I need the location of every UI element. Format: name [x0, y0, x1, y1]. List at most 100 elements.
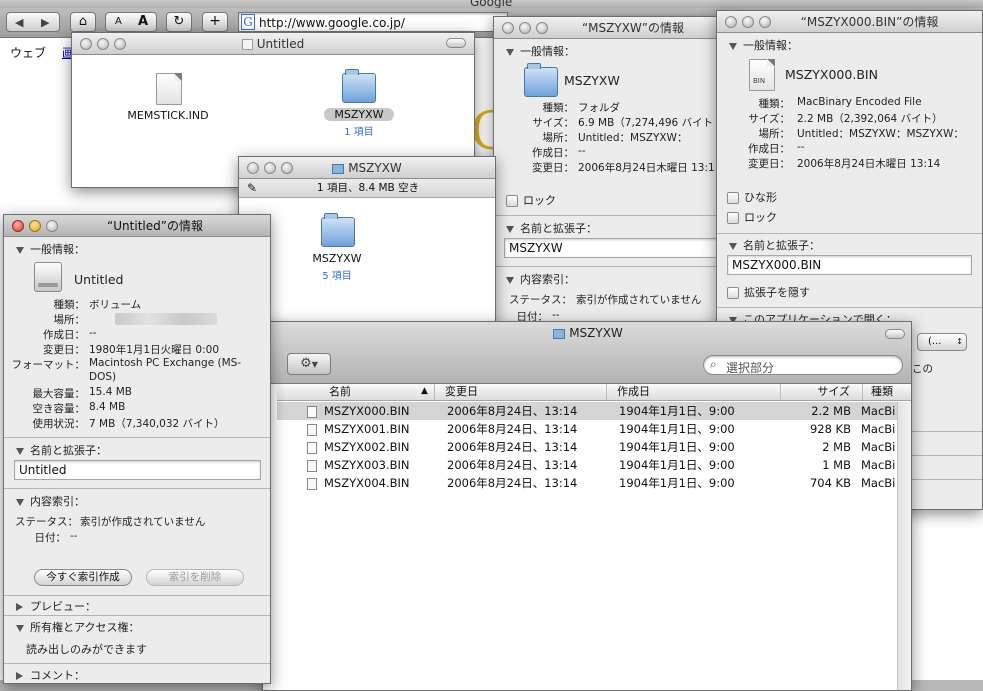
finder-mszyxw-titlebar[interactable]: MSZYXW	[239, 157, 495, 179]
created-value: --	[89, 327, 97, 339]
name-field[interactable]: MSZYXW	[504, 238, 730, 258]
home-button[interactable]: ⌂	[70, 12, 96, 32]
window-title: Untitled	[256, 37, 305, 51]
name-ext-section-toggle[interactable]: 名前と拡張子：	[506, 220, 597, 236]
disclosure-triangle-icon[interactable]	[729, 242, 737, 250]
available-value: 8.4 MB	[89, 401, 126, 413]
general-section-toggle[interactable]: 一般情報：	[729, 37, 798, 53]
disclosure-triangle-icon[interactable]	[16, 624, 24, 632]
general-section-label: 一般情報：	[520, 45, 575, 58]
column-name[interactable]: 名前	[277, 384, 435, 400]
column-size[interactable]: サイズ	[781, 384, 863, 400]
disclosure-triangle-icon[interactable]	[729, 42, 737, 50]
zoom-button[interactable]	[759, 16, 771, 28]
table-row[interactable]: MSZYX003.BIN 2006年8月24日、13:14 1904年1月1日、…	[277, 456, 897, 474]
toolbar-toggle-button[interactable]	[885, 329, 905, 339]
info-untitled-titlebar[interactable]: “Untitled”の情報	[4, 215, 270, 237]
close-button[interactable]	[12, 220, 24, 232]
column-modified[interactable]: 変更日	[435, 384, 607, 400]
text-bigger-icon[interactable]: A	[138, 14, 148, 29]
finder-untitled-titlebar[interactable]: Untitled	[72, 33, 474, 55]
name-field[interactable]: Untitled	[14, 460, 261, 480]
url-text[interactable]: http://www.google.co.jp/	[259, 16, 405, 30]
comments-section-label: コメント：	[30, 669, 85, 682]
disclosure-triangle-icon[interactable]	[506, 48, 514, 56]
stationery-checkbox[interactable]: ひな形	[727, 189, 777, 205]
reload-button[interactable]: ↻	[166, 12, 192, 32]
close-button[interactable]	[247, 162, 259, 174]
row-kind: MacBi	[861, 476, 896, 490]
name-ext-section-toggle[interactable]: 名前と拡張子：	[729, 237, 820, 253]
disclosure-triangle-icon[interactable]	[506, 276, 514, 284]
folder-icon[interactable]	[321, 213, 355, 247]
general-section-toggle[interactable]: 一般情報：	[16, 241, 85, 257]
folder-icon[interactable]	[342, 69, 376, 103]
lock-checkbox[interactable]: ロック	[727, 209, 777, 225]
lock-checkbox-box[interactable]	[506, 195, 518, 207]
tab-web[interactable]: ウェブ	[10, 44, 46, 61]
text-smaller-icon[interactable]: A	[115, 16, 122, 27]
forward-arrow-icon[interactable]: ▶	[41, 16, 49, 29]
toolbar-toggle-button[interactable]	[446, 38, 466, 48]
close-button[interactable]	[502, 22, 514, 34]
delete-index-button[interactable]: 索引を削除	[146, 569, 244, 586]
name-ext-section-toggle[interactable]: 名前と拡張子：	[16, 442, 107, 458]
zoom-button[interactable]	[536, 22, 548, 34]
column-kind[interactable]: 種類	[863, 384, 911, 400]
preview-section-toggle[interactable]: プレビュー：	[16, 598, 96, 614]
minimize-button[interactable]	[519, 22, 531, 34]
comments-section-toggle[interactable]: コメント：	[16, 667, 85, 683]
minimize-button[interactable]	[97, 38, 109, 50]
back-forward-buttons[interactable]: ◀ ▶	[6, 12, 60, 32]
address-bar[interactable]: G http://www.google.co.jp/	[238, 12, 508, 32]
minimize-button[interactable]	[29, 220, 41, 232]
minimize-button[interactable]	[264, 162, 276, 174]
content-index-section-toggle[interactable]: 内容索引：	[506, 271, 575, 287]
table-row[interactable]: MSZYX001.BIN 2006年8月24日、13:14 1904年1月1日、…	[277, 420, 897, 438]
divider	[494, 266, 732, 267]
disclosure-triangle-icon[interactable]	[16, 447, 24, 455]
zoom-button[interactable]	[281, 162, 293, 174]
name-field[interactable]: MSZYX000.BIN	[727, 255, 972, 275]
general-section-toggle[interactable]: 一般情報：	[506, 43, 575, 59]
disclosure-triangle-icon[interactable]	[16, 498, 24, 506]
minimize-button[interactable]	[742, 16, 754, 28]
content-index-section-toggle[interactable]: 内容索引：	[16, 493, 85, 509]
file-name-memstick[interactable]: MEMSTICK.IND	[102, 109, 234, 122]
disclosure-triangle-icon[interactable]	[16, 672, 23, 680]
lock-checkbox[interactable]: ロック	[506, 192, 556, 208]
kind-label: 種類：	[542, 102, 575, 114]
file-icon	[307, 459, 317, 472]
close-button[interactable]	[80, 38, 92, 50]
column-created[interactable]: 作成日	[607, 384, 781, 400]
table-row[interactable]: MSZYX002.BIN 2006年8月24日、13:14 1904年1月1日、…	[277, 438, 897, 456]
hide-extension-checkbox[interactable]: 拡張子を隠す	[727, 284, 810, 300]
vertical-scrollbar[interactable]	[897, 402, 911, 690]
open-with-popup[interactable]: (... ↕	[917, 333, 967, 351]
ownership-section-toggle[interactable]: 所有権とアクセス権：	[16, 619, 139, 635]
disclosure-triangle-icon[interactable]	[16, 603, 23, 611]
folder-name[interactable]: MSZYXW	[299, 252, 375, 265]
close-button[interactable]	[725, 16, 737, 28]
table-row[interactable]: MSZYX004.BIN 2006年8月24日、13:14 1904年1月1日、…	[277, 474, 897, 492]
zoom-button[interactable]	[114, 38, 126, 50]
action-menu-button[interactable]: ⚙▼	[287, 353, 331, 375]
stationery-checkbox-box[interactable]	[727, 192, 739, 204]
info-mszyxw-titlebar[interactable]: “MSZYXW”の情報	[494, 17, 732, 39]
back-arrow-icon[interactable]: ◀	[15, 16, 23, 29]
folder-name-mszyxw[interactable]: MSZYXW	[324, 108, 394, 121]
add-bookmark-button[interactable]: +	[202, 12, 228, 32]
table-row[interactable]: MSZYX000.BIN 2006年8月24日、13:14 1904年1月1日、…	[277, 402, 897, 420]
disclosure-triangle-icon[interactable]	[16, 246, 24, 254]
disclosure-triangle-icon[interactable]	[506, 225, 514, 233]
info-bin-titlebar[interactable]: “MSZYX000.BIN”の情報	[717, 11, 982, 33]
window-controls	[502, 22, 553, 34]
lock-checkbox-box[interactable]	[727, 212, 739, 224]
index-now-button[interactable]: 今すぐ索引作成	[34, 569, 132, 586]
zoom-button[interactable]	[46, 220, 58, 232]
text-size-buttons[interactable]: A A	[105, 12, 157, 32]
search-placeholder[interactable]: 選択部分	[726, 359, 774, 376]
hide-extension-checkbox-box[interactable]	[727, 287, 739, 299]
search-field[interactable]: ⌕ 選択部分	[703, 355, 903, 375]
document-icon[interactable]	[156, 73, 182, 105]
